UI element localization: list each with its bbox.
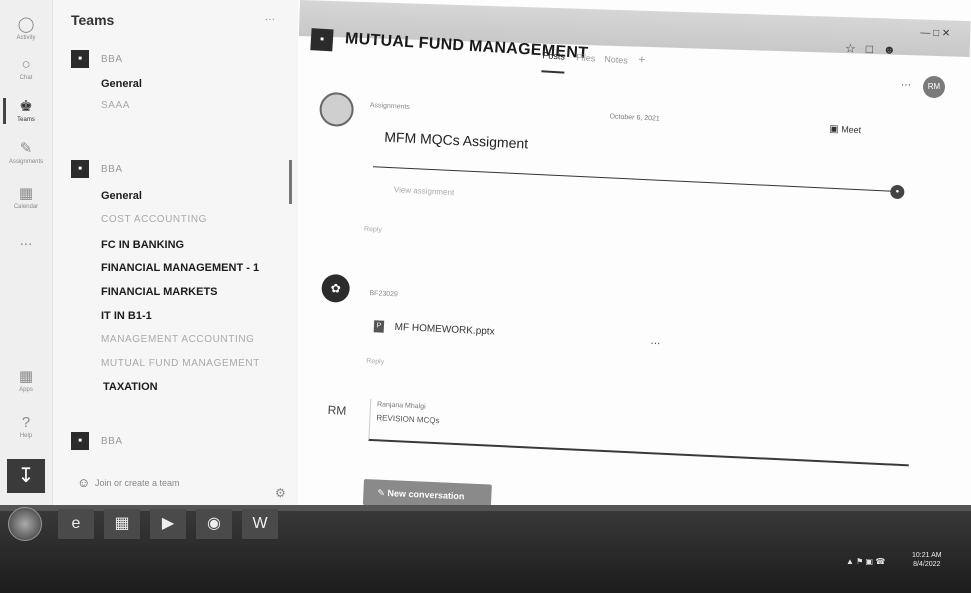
post-author: Ranjana Mhalgi <box>376 401 426 411</box>
clock-time: 10:21 AM <box>912 552 942 559</box>
chrome-icon: ◉ <box>207 515 221 532</box>
post-author: BF23029 <box>369 289 399 299</box>
file-name: MF HOMEWORK.pptx <box>394 321 495 338</box>
taskbar-explorer[interactable]: ▦ <box>104 509 140 539</box>
windows-taskbar: e ▦ ▶ ◉ W ▲ ⚑ ▣ ☎ 10:21 AM 8/4/2022 <box>0 505 971 593</box>
post-text: REVISION MCQs <box>376 413 440 426</box>
meet-label: Meet <box>840 124 862 136</box>
user-avatar[interactable]: RM <box>923 76 945 98</box>
meet-button[interactable]: ▣ Meet <box>829 124 861 136</box>
post-assignment: Assignments October 6, 2021 ▣ Meet MFM M… <box>318 91 929 278</box>
ie-icon: e <box>71 515 81 532</box>
taskbar-ie[interactable]: e <box>58 509 94 539</box>
folder-icon: ▦ <box>114 515 130 532</box>
media-icon: ▶ <box>161 515 175 532</box>
view-assignment-link[interactable]: View assignment <box>394 185 455 197</box>
more-options-icon[interactable]: ⋯ <box>901 80 911 91</box>
taskbar-media[interactable]: ▶ <box>150 509 186 539</box>
assignments-app-icon <box>318 91 355 128</box>
camera-icon: ▣ <box>828 123 839 136</box>
file-attachment[interactable]: P MF HOMEWORK.pptx <box>373 320 495 338</box>
word-icon: W <box>252 515 268 532</box>
taskbar-chrome[interactable]: ◉ <box>196 509 232 539</box>
start-button[interactable] <box>8 507 42 541</box>
reply-link[interactable]: Reply <box>366 358 384 366</box>
reply-link[interactable]: Reply <box>364 226 382 234</box>
assignment-title: MFM MQCs Assigment <box>384 128 529 152</box>
posts-feed: Assignments October 6, 2021 ▣ Meet MFM M… <box>0 0 911 490</box>
post-author: Assignments <box>369 102 411 111</box>
system-tray[interactable]: ▲ ⚑ ▣ ☎ <box>846 557 885 566</box>
clock-date: 8/4/2022 <box>913 561 941 568</box>
file-more-icon[interactable]: ⋯ <box>650 338 661 349</box>
taskbar-word[interactable]: W <box>242 509 278 539</box>
author-initials: RM <box>327 402 347 418</box>
new-conversation-label: New conversation <box>387 488 465 502</box>
post-date: October 6, 2021 <box>609 113 660 123</box>
clock[interactable]: 10:21 AM 8/4/2022 <box>912 551 942 569</box>
compose-icon: ✎ <box>377 487 386 498</box>
assignment-badge: ● <box>890 184 905 200</box>
author-avatar: ✿ <box>321 273 351 304</box>
assignment-card[interactable]: MFM MQCs Assigment ● <box>372 120 905 200</box>
powerpoint-icon: P <box>373 320 385 333</box>
